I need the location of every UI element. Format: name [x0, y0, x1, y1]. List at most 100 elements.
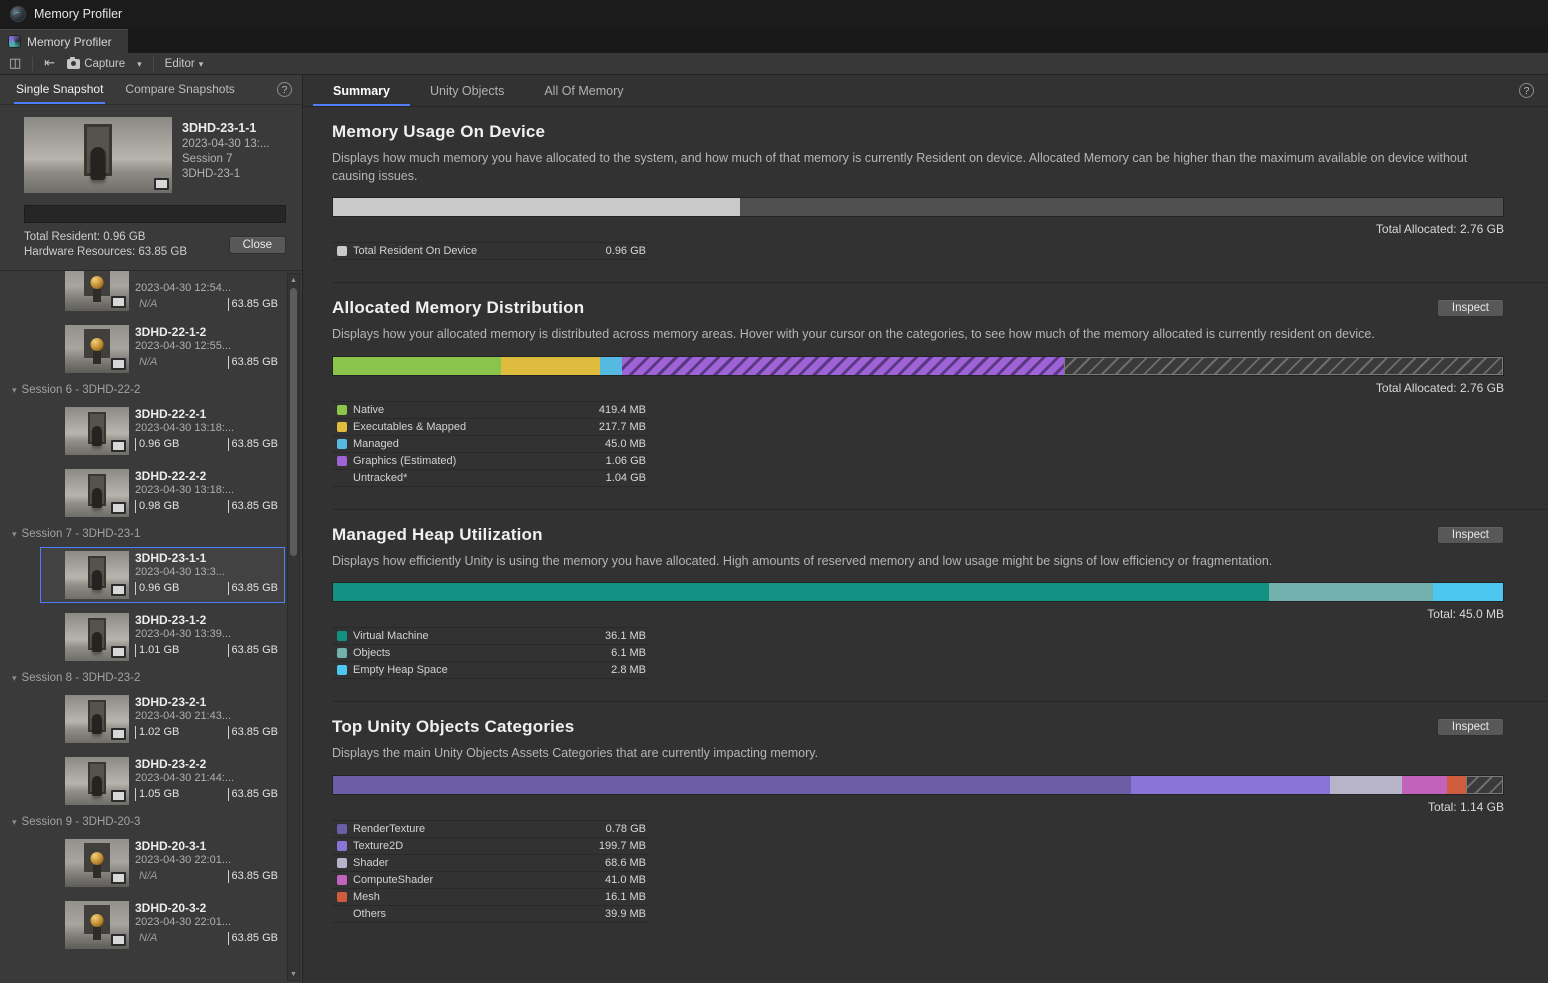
details-panel-toggle-button[interactable]: [4, 55, 26, 73]
snapshot-item-3dhd-23-2-1[interactable]: 3DHD-23-2-12023-04-30 21:43...1.02 GB63.…: [40, 691, 285, 747]
snapshot-item-3dhd-20-3-2[interactable]: 3DHD-20-3-22023-04-30 22:01...N/A63.85 G…: [40, 897, 285, 953]
toolbar: Capture Editor: [0, 53, 1548, 75]
memory-profiler-window: Memory Profiler Memory Profiler Capture …: [0, 0, 1548, 983]
session-header-session-8-3dhd-23-2[interactable]: Session 8 - 3DHD-23-2: [0, 671, 302, 685]
main-tab-summary[interactable]: Summary: [313, 75, 410, 106]
bar-segment-others[interactable]: [1466, 776, 1503, 794]
legend-swatch: [337, 824, 347, 834]
legend: RenderTexture0.78 GBTexture2D199.7 MBSha…: [332, 820, 650, 923]
session-header-session-7-3dhd-23-1[interactable]: Session 7 - 3DHD-23-1: [0, 527, 302, 541]
session-header-session-6-3dhd-22-2[interactable]: Session 6 - 3DHD-22-2: [0, 383, 302, 397]
bar-segment-texture2d[interactable]: [1131, 776, 1330, 794]
memory-bar-allocated-memory-distribution: [332, 356, 1504, 376]
thumbnail-orb: [91, 914, 104, 927]
legend: Total Resident On Device0.96 GB: [332, 242, 650, 260]
snapshot-resident-value: 1.02 GB: [135, 726, 179, 739]
legend-row-objects[interactable]: Objects6.1 MB: [332, 645, 650, 662]
bar-segment-total-resident-on-device[interactable]: [333, 198, 740, 216]
bar-segment-allocated-remainder[interactable]: [740, 198, 1503, 216]
sidebar-scrollbar[interactable]: [287, 273, 300, 981]
collapse-arrow-icon: [12, 530, 17, 539]
sidebar-tab-single-snapshot[interactable]: Single Snapshot: [14, 75, 105, 104]
legend-label: Objects: [353, 647, 390, 659]
snapshot-hardware-value: 63.85 GB: [228, 438, 278, 451]
snapshot-item-3dhd-20-3-1[interactable]: 3DHD-20-3-12023-04-30 22:01...N/A63.85 G…: [40, 835, 285, 891]
inspect-button-allocated-memory-distribution[interactable]: Inspect: [1437, 299, 1504, 317]
bar-segment-untracked[interactable]: [1064, 357, 1503, 375]
open-snapshot-stats: Total Resident: 0.96 GB Hardware Resourc…: [24, 231, 187, 258]
snapshot-item-3dhd-23-2-2[interactable]: 3DHD-23-2-22023-04-30 21:44:...1.05 GB63…: [40, 753, 285, 809]
legend-value: 16.1 MB: [605, 891, 646, 903]
thumbnail-stand: [93, 927, 101, 940]
session-label: Session 9 - 3DHD-20-3: [22, 816, 141, 828]
legend-row-untracked[interactable]: Untracked*1.04 GB: [332, 470, 650, 487]
snapshot-resident-value: 1.05 GB: [135, 788, 179, 801]
legend-row-texture2d[interactable]: Texture2D199.7 MB: [332, 838, 650, 855]
snapshots-sidebar: Single Snapshot Compare Snapshots 3DHD-23…: [0, 75, 303, 983]
legend-value: 419.4 MB: [599, 404, 646, 416]
scrollbar-thumb[interactable]: [290, 288, 297, 556]
snapshot-item-3dhd-22-1-2[interactable]: 3DHD-22-1-22023-04-30 12:55...N/A63.85 G…: [40, 321, 285, 377]
legend-row-rendertexture[interactable]: RenderTexture0.78 GB: [332, 821, 650, 838]
scroll-down-arrow-icon[interactable]: [288, 968, 299, 980]
bar-segment-virtual-machine[interactable]: [333, 583, 1269, 601]
snapshot-item-3dhd-23-1-1[interactable]: 3DHD-23-1-12023-04-30 13:3...0.96 GB63.8…: [40, 547, 285, 603]
legend-value: 0.96 GB: [606, 245, 646, 257]
window-tab-memory-profiler[interactable]: Memory Profiler: [0, 29, 128, 53]
legend-row-computeshader[interactable]: ComputeShader41.0 MB: [332, 872, 650, 889]
legend-swatch: [337, 648, 347, 658]
session-header-session-9-3dhd-20-3[interactable]: Session 9 - 3DHD-20-3: [0, 815, 302, 829]
sidebar-tab-compare-snapshots[interactable]: Compare Snapshots: [123, 75, 236, 104]
bar-segment-executables-mapped[interactable]: [501, 357, 599, 375]
snapshot-resident-value: N/A: [135, 298, 157, 311]
legend-swatch: [337, 892, 347, 902]
bar-segment-shader[interactable]: [1330, 776, 1403, 794]
close-snapshot-button[interactable]: Close: [229, 236, 286, 254]
legend-row-shader[interactable]: Shader68.6 MB: [332, 855, 650, 872]
legend-row-graphics-estimated[interactable]: Graphics (Estimated)1.06 GB: [332, 453, 650, 470]
bar-segment-managed[interactable]: [600, 357, 622, 375]
capture-button[interactable]: Capture: [62, 55, 130, 73]
legend-swatch: [337, 422, 347, 432]
legend-row-others[interactable]: Others39.9 MB: [332, 906, 650, 923]
editor-target-dropdown[interactable]: Editor: [160, 55, 209, 73]
chevron-down-icon: [137, 57, 142, 70]
inspect-button-managed-heap-utilization[interactable]: Inspect: [1437, 526, 1504, 544]
bar-segment-graphics-estimated[interactable]: [622, 357, 1064, 375]
bar-segment-mesh[interactable]: [1447, 776, 1466, 794]
legend-value: 1.04 GB: [606, 472, 646, 484]
legend-row-native[interactable]: Native419.4 MB: [332, 402, 650, 419]
legend-swatch: [337, 875, 347, 885]
snapshot-name: 3DHD-23-1-2: [135, 613, 278, 627]
bar-segment-empty-heap-space[interactable]: [1433, 583, 1503, 601]
legend-row-total-resident-on-device[interactable]: Total Resident On Device0.96 GB: [332, 243, 650, 260]
capture-dropdown-button[interactable]: [132, 55, 147, 73]
legend-value: 36.1 MB: [605, 630, 646, 642]
legend-row-mesh[interactable]: Mesh 16.1 MB: [332, 889, 650, 906]
bar-segment-computeshader[interactable]: [1402, 776, 1446, 794]
help-icon[interactable]: [277, 82, 292, 97]
bar-segment-rendertexture[interactable]: [333, 776, 1131, 794]
snapshot-item[interactable]: 2023-04-30 12:54...N/A63.85 GB: [40, 271, 285, 315]
bar-segment-objects[interactable]: [1269, 583, 1433, 601]
bar-total-label: Total: 1.14 GB: [332, 800, 1504, 814]
legend-label: Empty Heap Space: [353, 664, 448, 676]
snapshot-item-3dhd-22-2-1[interactable]: 3DHD-22-2-12023-04-30 13:18:...0.96 GB63…: [40, 403, 285, 459]
legend-row-virtual-machine[interactable]: Virtual Machine36.1 MB: [332, 628, 650, 645]
inspect-button-top-unity-objects-categories[interactable]: Inspect: [1437, 718, 1504, 736]
legend-row-executables-mapped[interactable]: Executables & Mapped217.7 MB: [332, 419, 650, 436]
bar-segment-native[interactable]: [333, 357, 501, 375]
help-icon[interactable]: [1519, 83, 1534, 98]
legend-label: Mesh: [353, 891, 380, 903]
import-snapshot-button[interactable]: [39, 55, 60, 73]
main-tab-all-of-memory[interactable]: All Of Memory: [524, 75, 643, 106]
open-snapshot-card: 3DHD-23-1-1 2023-04-30 13:... Session 7 …: [0, 105, 302, 271]
snapshot-item-3dhd-23-1-2[interactable]: 3DHD-23-1-22023-04-30 13:39...1.01 GB63.…: [40, 609, 285, 665]
thumbnail-orb: [91, 852, 104, 865]
legend-row-managed[interactable]: Managed45.0 MB: [332, 436, 650, 453]
summary-sections: Memory Usage On DeviceDisplays how much …: [303, 107, 1548, 983]
legend-row-empty-heap-space[interactable]: Empty Heap Space2.8 MB: [332, 662, 650, 679]
snapshot-item-3dhd-22-2-2[interactable]: 3DHD-22-2-22023-04-30 13:18:...0.98 GB63…: [40, 465, 285, 521]
main-tab-unity-objects[interactable]: Unity Objects: [410, 75, 524, 106]
scroll-up-arrow-icon[interactable]: [288, 274, 299, 286]
